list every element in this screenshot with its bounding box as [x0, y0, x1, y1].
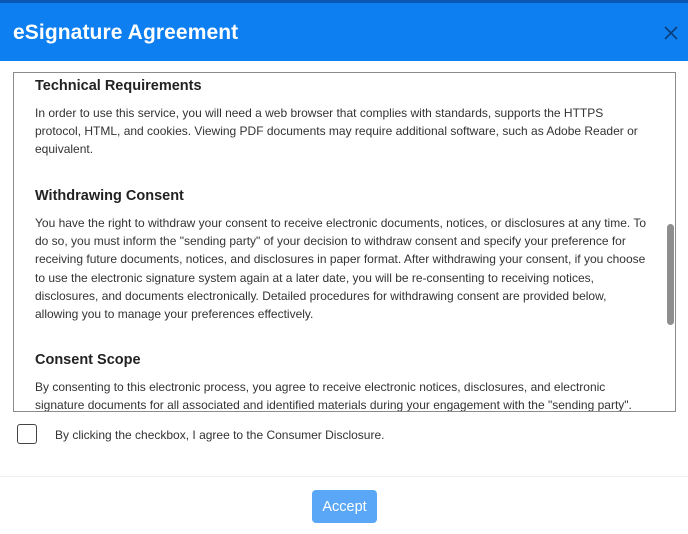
section-title: Consent Scope	[35, 352, 141, 368]
agreement-scroll-area[interactable]: Technical Requirements In order to use t…	[13, 72, 676, 412]
section-body: By consenting to this electronic process…	[35, 380, 632, 412]
consent-checkbox-label: By clicking the checkbox, I agree to the…	[55, 428, 385, 442]
close-icon	[664, 26, 678, 40]
section-body: You have the right to withdraw your cons…	[35, 216, 646, 322]
section-body: In order to use this service, you will n…	[35, 106, 638, 157]
section-consent-scope: Consent Scope By consenting to this elec…	[35, 350, 647, 412]
accept-button[interactable]: Accept	[312, 490, 377, 523]
close-button[interactable]	[663, 25, 679, 41]
dialog-header: eSignature Agreement	[0, 0, 688, 61]
consent-checkbox[interactable]	[17, 424, 37, 444]
scrollbar-thumb[interactable]	[667, 224, 674, 325]
section-technical-requirements: Technical Requirements In order to use t…	[35, 76, 647, 159]
section-title: Withdrawing Consent	[35, 188, 184, 204]
dialog-title: eSignature Agreement	[13, 21, 239, 44]
footer-divider	[0, 476, 688, 477]
section-title: Technical Requirements	[35, 78, 202, 94]
section-withdrawing-consent: Withdrawing Consent You have the right t…	[35, 186, 647, 323]
